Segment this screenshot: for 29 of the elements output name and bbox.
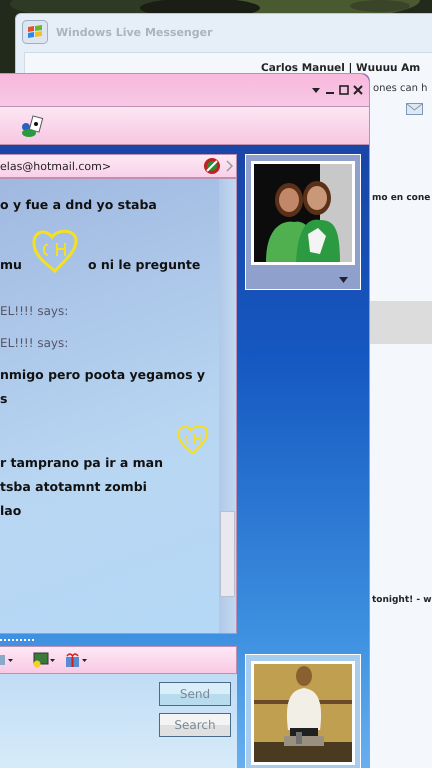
sender-line: EL!!!! says: — [0, 335, 70, 351]
screen-smiley-icon[interactable] — [32, 652, 56, 668]
blocked-status-icon[interactable] — [203, 157, 221, 175]
heart-emoticon-icon — [176, 423, 210, 455]
personal-message: ones can h — [373, 83, 428, 94]
windows-logo-icon — [22, 20, 48, 44]
window-title: Windows Live Messenger — [56, 26, 212, 38]
message-text: mu — [0, 257, 22, 273]
close-icon[interactable] — [353, 85, 363, 95]
gift-icon[interactable] — [64, 652, 88, 668]
heart-emoticon-icon — [30, 227, 80, 273]
dropdown-icon[interactable] — [339, 277, 348, 283]
message-text: s — [0, 391, 8, 407]
message-text: o y fue a dnd yo staba — [0, 197, 158, 213]
message-text: r tamprano pa ir a man — [0, 455, 164, 471]
message-text: lao — [0, 503, 22, 519]
message-text: tsba atotamnt zombi — [0, 479, 148, 495]
contact-entry[interactable]: mo en cone — [372, 193, 430, 203]
sender-line: EL!!!! says: — [0, 303, 70, 319]
scrollbar[interactable] — [219, 179, 236, 633]
user-name: Carlos Manuel | Wuuuu Am — [261, 62, 420, 74]
cards-icon[interactable] — [20, 114, 44, 136]
contact-entry[interactable]: tonight! - w — [372, 595, 432, 605]
message-text: o ni le pregunte — [88, 257, 200, 273]
message-text: nmigo pero poota yegamos y — [0, 367, 206, 383]
scroll-thumb[interactable] — [220, 511, 235, 597]
dropdown-icon[interactable] — [311, 85, 321, 95]
maximize-icon[interactable] — [339, 85, 349, 95]
contact-address: elas@hotmail.com> — [0, 160, 112, 172]
